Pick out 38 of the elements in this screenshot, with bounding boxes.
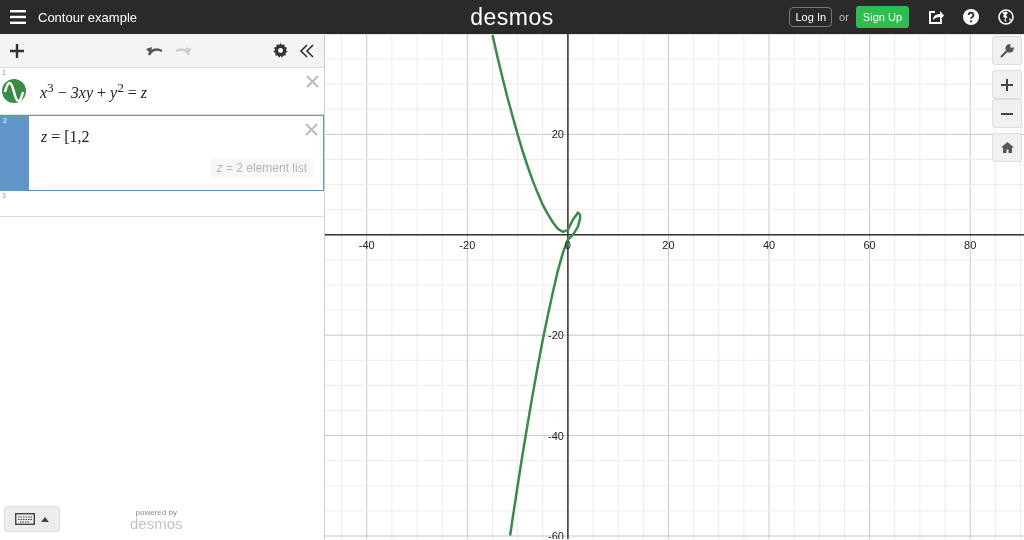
or-text: or — [839, 11, 849, 23]
curve-style-icon[interactable] — [2, 79, 26, 104]
add-icon[interactable] — [10, 43, 24, 58]
desmos-logo: desmos — [470, 3, 554, 31]
login-button[interactable]: Log In — [789, 7, 833, 27]
home-button[interactable] — [992, 133, 1022, 162]
collapse-icon[interactable] — [300, 43, 314, 58]
keyboard-icon — [15, 513, 35, 525]
tick-label: -40 — [358, 238, 375, 251]
tick-label: 0 — [564, 238, 571, 251]
wrench-button[interactable] — [992, 36, 1022, 65]
globe-icon[interactable] — [998, 9, 1014, 25]
tick-label: -40 — [548, 429, 564, 442]
share-icon[interactable] — [928, 9, 944, 25]
tick-label: 60 — [863, 238, 876, 251]
plus-icon — [1001, 78, 1013, 91]
help-icon[interactable] — [963, 9, 979, 25]
desmos-wordmark: desmos — [130, 516, 183, 531]
zoom-in-button[interactable] — [992, 70, 1022, 99]
math-expression: x$^{3}$ − 3xy + y$^{2}$ = z — [40, 80, 149, 103]
undo-icon[interactable] — [145, 44, 164, 57]
caret-icon — [41, 516, 49, 522]
home-icon — [1000, 142, 1014, 153]
zoom-out-button[interactable] — [992, 99, 1022, 128]
tick-label: 20 — [662, 238, 675, 251]
evaluation-hint: z = 2 element list — [210, 158, 313, 179]
settings-icon[interactable] — [273, 43, 288, 58]
tick-label: -20 — [459, 238, 476, 251]
menu-icon[interactable] — [10, 10, 26, 24]
tick-label: 40 — [762, 238, 776, 251]
tick-label: -20 — [548, 329, 564, 342]
keyboard-button[interactable] — [4, 506, 60, 532]
powered-by-text: powered by — [135, 507, 177, 517]
tick-label: 80 — [964, 238, 977, 251]
tick-label: 20 — [551, 128, 564, 141]
graph-title: Contour example — [38, 9, 137, 25]
wrench-icon — [1000, 43, 1014, 58]
math-expression: z = [1,2 — [41, 128, 91, 147]
